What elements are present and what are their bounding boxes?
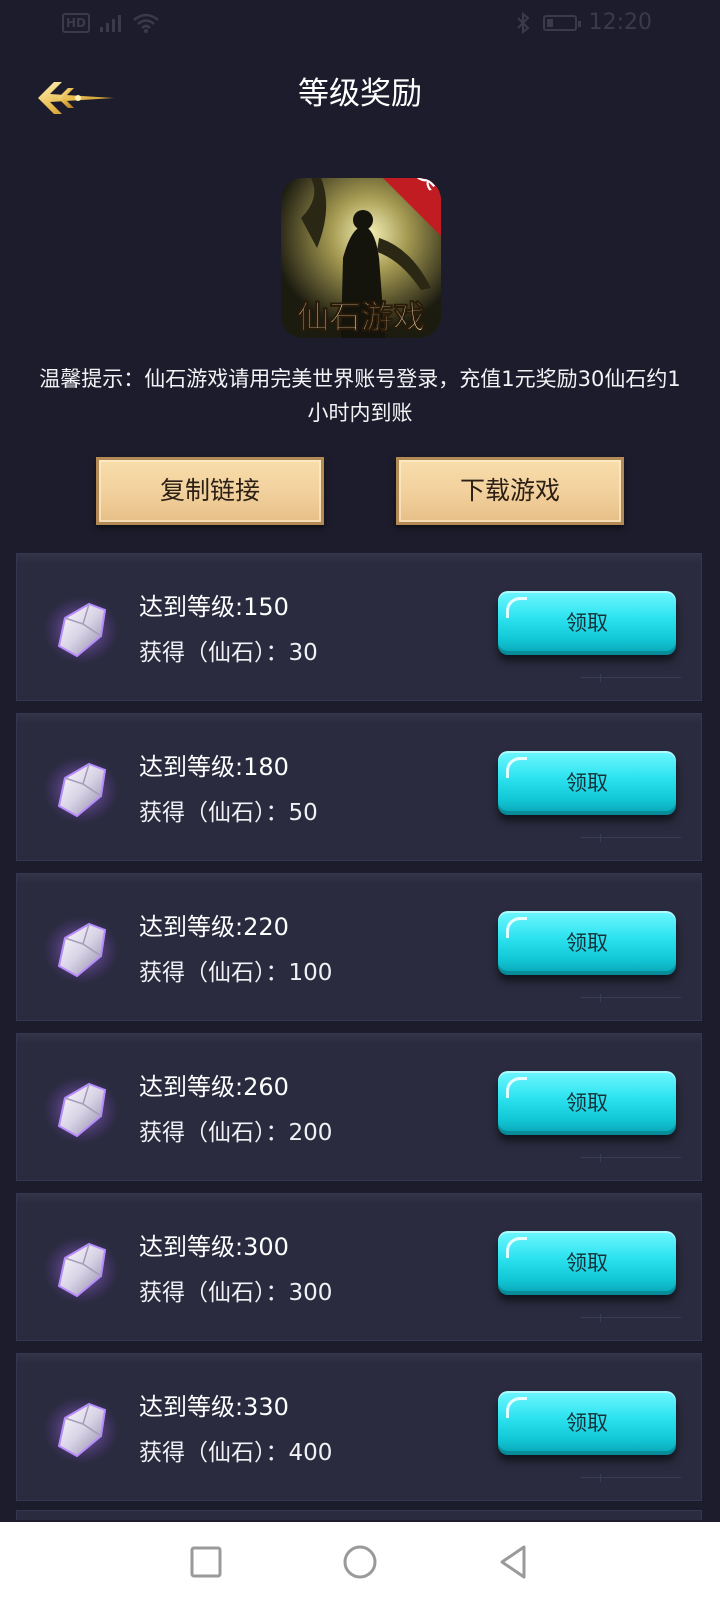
card-divider (581, 837, 681, 838)
reward-gain: 获得（仙石）：50 (139, 800, 318, 826)
card-tick (600, 1154, 601, 1162)
signal-icon (100, 15, 122, 32)
reward-list: 达到等级:150 获得（仙石）：30 领取 达到等级:180 获得（仙石）：50… (16, 553, 702, 1513)
claim-button[interactable]: 领取 (498, 1071, 676, 1135)
card-divider (581, 997, 681, 998)
claim-button[interactable]: 领取 (498, 591, 676, 655)
reward-gain: 获得（仙石）：100 (139, 960, 333, 986)
claim-button[interactable]: 领取 (498, 751, 676, 815)
bluetooth-icon (516, 11, 530, 34)
spirit-stone-icon (43, 1236, 119, 1304)
spirit-stone-icon (43, 916, 119, 984)
battery-icon (542, 14, 581, 31)
status-bar: HD 12:20 (0, 0, 720, 48)
reward-card: 达到等级:260 获得（仙石）：200 领取 (16, 1033, 702, 1181)
card-divider (581, 677, 681, 678)
tip-text: 温馨提示：仙石游戏请用完美世界账号登录，充值1元奖励30仙石约1小时内到账 (39, 367, 681, 425)
system-nav-bar (0, 1522, 720, 1600)
status-bar-left: HD (62, 12, 160, 34)
reward-gain: 获得（仙石）：30 (139, 640, 318, 666)
reward-card: 达到等级:300 获得（仙石）：300 领取 (16, 1193, 702, 1341)
claim-button[interactable]: 领取 (498, 911, 676, 975)
card-tick (600, 1314, 601, 1322)
download-game-button[interactable]: 下载游戏 (396, 457, 624, 525)
recent-apps-icon[interactable] (186, 1542, 226, 1582)
card-divider (581, 1477, 681, 1478)
back-icon[interactable] (494, 1542, 534, 1582)
card-divider (581, 1157, 681, 1158)
wifi-icon (133, 13, 159, 33)
reward-level: 达到等级:260 (139, 1073, 289, 1101)
reward-level: 达到等级:220 (139, 913, 289, 941)
game-logo: 完美 仙石游戏 (281, 178, 441, 338)
spirit-stone-icon (43, 1076, 119, 1144)
status-bar-right: 12:20 (515, 10, 652, 35)
network-badge: HD (62, 13, 91, 33)
reward-level: 达到等级:150 (139, 593, 289, 621)
claim-button[interactable]: 领取 (498, 1231, 676, 1295)
card-tick (600, 994, 601, 1002)
reward-card: 达到等级:330 获得（仙石）：400 领取 (16, 1353, 702, 1501)
reward-gain: 获得（仙石）：200 (139, 1120, 333, 1146)
reward-card-partial (16, 1510, 702, 1520)
reward-level: 达到等级:330 (139, 1393, 289, 1421)
reward-card: 达到等级:150 获得（仙石）：30 领取 (16, 553, 702, 701)
reward-card: 达到等级:220 获得（仙石）：100 领取 (16, 873, 702, 1021)
logo-title: 仙石游戏 (297, 298, 425, 336)
claim-button[interactable]: 领取 (498, 1391, 676, 1455)
status-time: 12:20 (588, 10, 652, 35)
spirit-stone-icon (43, 596, 119, 664)
reward-card: 达到等级:180 获得（仙石）：50 领取 (16, 713, 702, 861)
reward-gain: 获得（仙石）：400 (139, 1440, 333, 1466)
card-divider (581, 1317, 681, 1318)
reward-level: 达到等级:180 (139, 753, 289, 781)
page-title: 等级奖励 (298, 76, 422, 112)
reward-gain: 获得（仙石）：300 (139, 1280, 333, 1306)
card-tick (600, 1474, 601, 1482)
copy-link-button[interactable]: 复制链接 (96, 457, 324, 525)
reward-level: 达到等级:300 (139, 1233, 289, 1261)
home-icon[interactable] (340, 1542, 380, 1582)
card-tick (600, 674, 601, 682)
spirit-stone-icon (43, 756, 119, 824)
spirit-stone-icon (43, 1396, 119, 1464)
card-tick (600, 834, 601, 842)
